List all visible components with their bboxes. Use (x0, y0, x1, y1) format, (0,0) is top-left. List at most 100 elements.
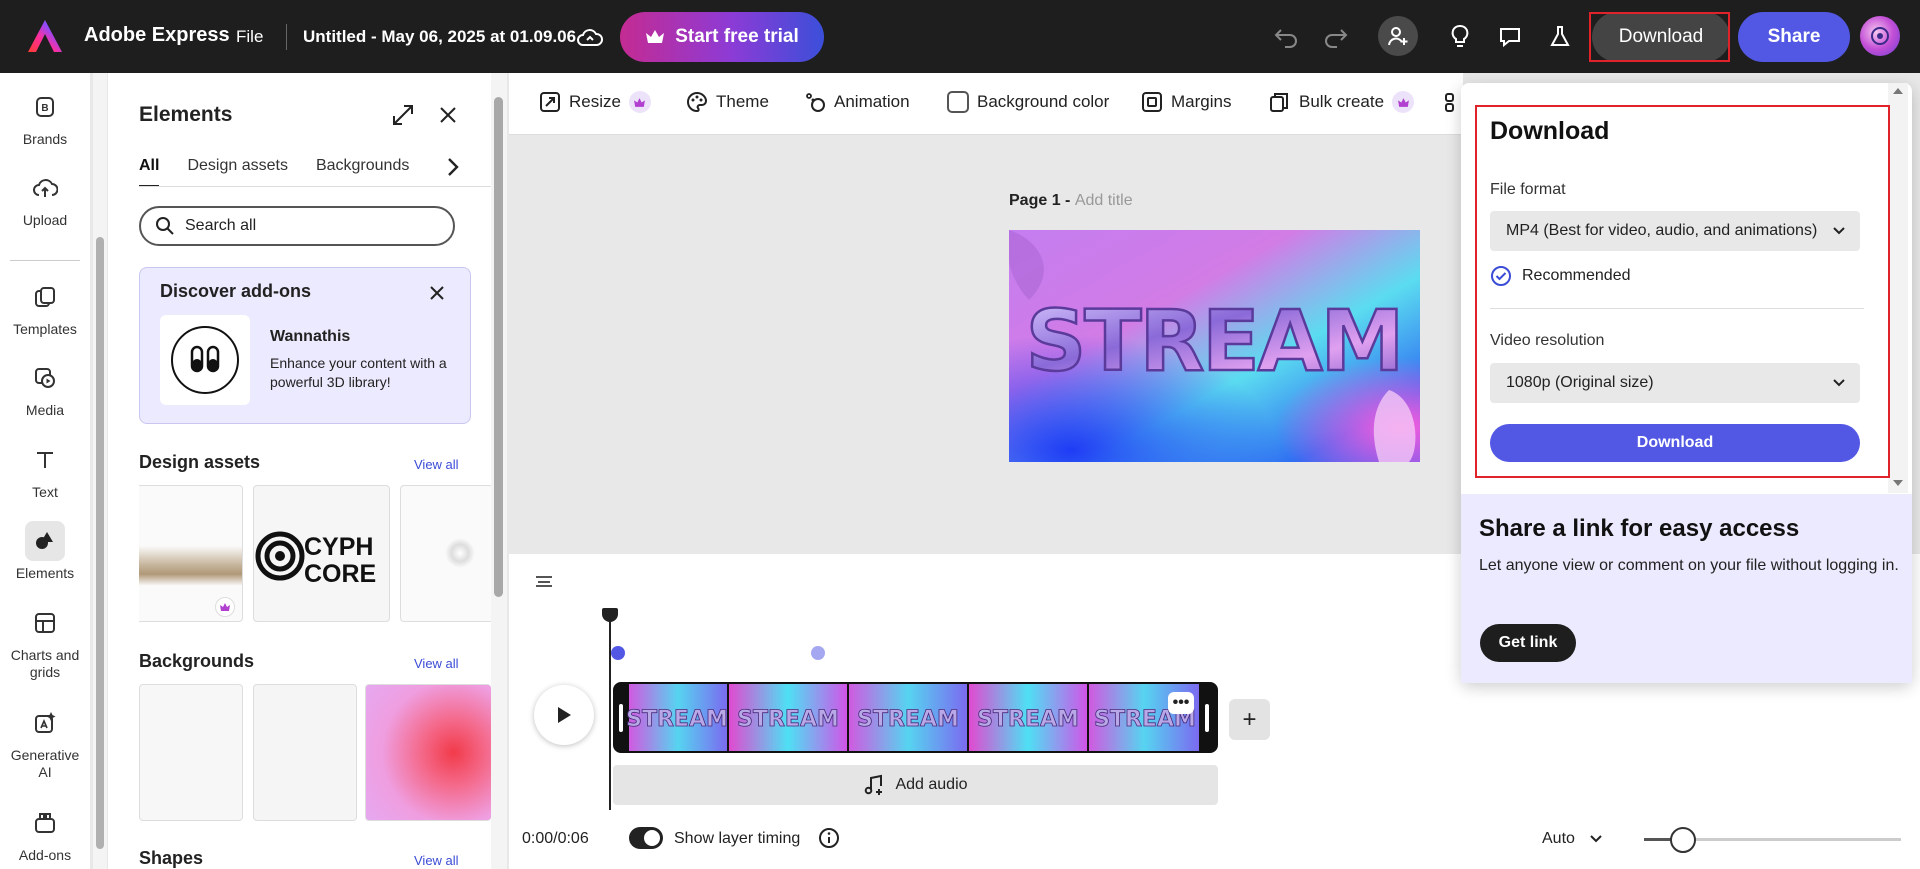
margins-icon (1142, 92, 1162, 112)
start-free-trial-button[interactable]: Start free trial (620, 12, 824, 62)
cloud-sync-icon[interactable] (575, 24, 605, 52)
zoom-value: Auto (1542, 830, 1575, 847)
document-title[interactable]: Untitled - May 06, 2025 at 01.09.06 (303, 27, 576, 47)
keyframe-marker[interactable] (611, 646, 625, 660)
clip-frame-text: STREAM (977, 707, 1079, 732)
rail-label: Text (32, 484, 58, 500)
popover-scrollbar[interactable] (1888, 83, 1908, 493)
left-rail: B Brands Upload Templates Media Text Ele… (0, 73, 90, 869)
toolbar-label: Theme (716, 92, 769, 111)
background-color-button[interactable]: Background color (947, 91, 1109, 113)
bulk-create-button[interactable]: Bulk create (1269, 91, 1415, 113)
clip-more-options-icon[interactable]: ••• (1168, 692, 1194, 714)
clip-frame-text: STREAM (857, 707, 959, 732)
rail-item-charts[interactable]: Charts and grids (0, 603, 90, 681)
video-resolution-select[interactable]: 1080p (Original size) (1490, 363, 1860, 403)
close-icon[interactable] (438, 105, 458, 130)
rail-scroll-thumb[interactable] (96, 237, 104, 849)
add-audio-label: Add audio (895, 776, 968, 793)
page-label[interactable]: Page 1 - Add title (1009, 192, 1133, 210)
rail-label: Brands (22, 131, 68, 147)
add-title-link[interactable]: Add title (1075, 192, 1133, 209)
shapes-view-all-link[interactable]: View all (414, 853, 459, 868)
background-thumbnail[interactable] (253, 684, 357, 821)
add-audio-button[interactable]: Add audio (613, 765, 1218, 805)
chevron-right-icon[interactable] (446, 156, 460, 183)
check-circle-icon (1491, 266, 1511, 286)
video-clip-strip[interactable]: STREAM STREAM STREAM STREAM STREAM (613, 682, 1218, 753)
toolbar-label: Resize (569, 92, 621, 111)
rail-item-generative-ai[interactable]: Generative AI (0, 703, 90, 781)
design-asset-thumbnail[interactable] (400, 485, 491, 622)
rail-item-addons[interactable]: Add-ons (0, 803, 90, 863)
info-icon[interactable] (818, 827, 840, 849)
resize-button[interactable]: Resize (539, 91, 651, 113)
play-icon (558, 707, 571, 723)
design-asset-thumbnail[interactable] (139, 485, 243, 622)
svg-text:B: B (41, 103, 48, 114)
zoom-select[interactable]: Auto (1542, 830, 1603, 848)
collapse-timeline-icon[interactable] (532, 569, 566, 593)
rail-item-media[interactable]: Media (0, 358, 90, 418)
file-format-select[interactable]: MP4 (Best for video, audio, and animatio… (1490, 211, 1860, 251)
adobe-express-logo[interactable] (26, 18, 64, 56)
rail-label: Add-ons (18, 847, 72, 863)
flask-icon[interactable] (1544, 21, 1576, 53)
backgrounds-view-all-link[interactable]: View all (414, 656, 459, 671)
share-button[interactable]: Share (1738, 12, 1850, 62)
music-note-icon (865, 774, 883, 795)
rail-item-text[interactable]: Text (0, 440, 90, 500)
theme-button[interactable]: Theme (686, 91, 769, 113)
top-bar: Adobe Express File Untitled - May 06, 20… (0, 0, 1920, 73)
panel-scroll-thumb[interactable] (494, 97, 503, 597)
cyph-logo-text: CYPH (304, 533, 373, 561)
rail-item-elements[interactable]: Elements (0, 521, 90, 581)
comment-icon[interactable] (1494, 21, 1526, 53)
wannathis-logo[interactable] (160, 315, 250, 405)
rail-item-upload[interactable]: Upload (0, 168, 90, 228)
avatar[interactable] (1860, 16, 1900, 56)
playhead-line[interactable] (609, 610, 611, 810)
add-clip-button[interactable]: + (1229, 699, 1270, 740)
artboard[interactable]: STREAM (1009, 230, 1420, 462)
rail-label: Templates (13, 321, 77, 337)
addon-name[interactable]: Wannathis (270, 328, 350, 346)
more-tools-icon[interactable] (1444, 91, 1462, 113)
rail-label: Upload (22, 212, 68, 228)
zoom-slider-handle[interactable] (1669, 827, 1696, 853)
media-icon (25, 358, 65, 398)
premium-crown-icon (628, 91, 651, 113)
undo-icon[interactable] (1270, 22, 1302, 52)
keyframe-marker[interactable] (811, 646, 825, 660)
background-thumbnail[interactable] (139, 684, 243, 821)
rail-item-templates[interactable]: Templates (0, 277, 90, 337)
show-layer-timing-toggle[interactable] (629, 827, 663, 849)
design-asset-thumbnail[interactable]: CYPH CORE (253, 485, 390, 622)
animation-button[interactable]: Animation (804, 91, 910, 113)
core-logo-text: CORE (304, 560, 376, 586)
rail-item-brands[interactable]: B Brands (0, 87, 90, 147)
lightbulb-icon[interactable] (1444, 21, 1476, 53)
animation-icon (806, 93, 825, 112)
chevron-down-icon (1833, 227, 1845, 235)
design-assets-view-all-link[interactable]: View all (414, 457, 459, 472)
tab-all[interactable]: All (139, 157, 160, 187)
background-thumbnail[interactable] (365, 684, 491, 821)
panel-title: Elements (139, 103, 233, 126)
elements-icon (25, 521, 65, 561)
close-icon[interactable] (429, 285, 445, 306)
margins-button[interactable]: Margins (1141, 91, 1231, 113)
chevron-down-icon (1590, 835, 1602, 843)
invite-user-icon[interactable] (1378, 16, 1418, 56)
tab-design-assets[interactable]: Design assets (187, 157, 288, 187)
expand-icon[interactable] (391, 103, 415, 132)
panel-tabs: All Design assets Backgrounds (139, 157, 412, 187)
confirm-download-button[interactable]: Download (1490, 424, 1860, 462)
play-button[interactable] (534, 685, 594, 745)
tab-backgrounds[interactable]: Backgrounds (316, 157, 412, 187)
redo-icon[interactable] (1320, 22, 1352, 52)
search-input[interactable]: Search all (139, 206, 455, 246)
toolbar-label: Animation (834, 92, 910, 111)
get-link-button[interactable]: Get link (1480, 624, 1576, 662)
file-menu[interactable]: File (236, 27, 263, 47)
